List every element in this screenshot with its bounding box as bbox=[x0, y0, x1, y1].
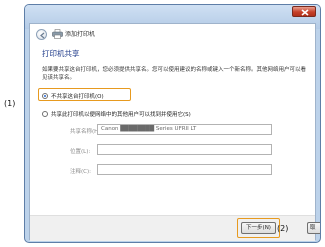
share-radio[interactable] bbox=[42, 111, 48, 117]
no-share-radio[interactable] bbox=[42, 93, 48, 99]
share-name-input[interactable]: Canon ████████ Series UFRII LT bbox=[97, 124, 272, 135]
wizard-content: 添加打印机 打印机共享 如果要共享这台打印机，您必须提供共享名。您可以使用建议的… bbox=[29, 23, 320, 241]
wizard-footer: 下一步(N) 取 bbox=[30, 215, 320, 241]
page-heading: 打印机共享 bbox=[42, 49, 80, 58]
callout-1: (1) bbox=[4, 99, 16, 108]
no-share-option[interactable]: 不共享这台打印机(O) bbox=[42, 92, 104, 100]
no-share-label: 不共享这台打印机(O) bbox=[51, 94, 104, 100]
location-input[interactable] bbox=[97, 144, 272, 155]
add-printer-window: 添加打印机 打印机共享 如果要共享这台打印机，您必须提供共享名。您可以使用建议的… bbox=[24, 4, 321, 243]
comment-input[interactable] bbox=[97, 164, 272, 175]
back-button[interactable] bbox=[36, 29, 47, 40]
share-label: 共享此打印机以便网络中的其他用户可以找到并使用它(S) bbox=[51, 112, 191, 118]
comment-label: 注释(C): bbox=[70, 169, 91, 175]
window-title: 添加打印机 bbox=[65, 31, 96, 38]
callout-2: (2) bbox=[277, 224, 289, 233]
close-button[interactable] bbox=[292, 6, 316, 17]
cancel-button[interactable]: 取 bbox=[307, 222, 320, 234]
close-icon bbox=[301, 9, 309, 16]
back-arrow-icon bbox=[40, 32, 45, 39]
printer-icon bbox=[52, 29, 63, 39]
share-option[interactable]: 共享此打印机以便网络中的其他用户可以找到并使用它(S) bbox=[42, 110, 191, 118]
location-label: 位置(L): bbox=[70, 149, 91, 155]
next-button[interactable]: 下一步(N) bbox=[241, 222, 276, 234]
page-description: 如果要共享这台打印机，您必须提供共享名。您可以使用建议的名称或键入一个新名称。其… bbox=[42, 67, 307, 81]
